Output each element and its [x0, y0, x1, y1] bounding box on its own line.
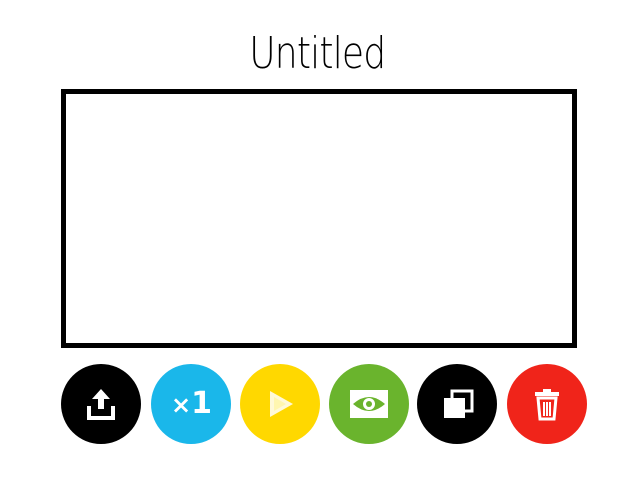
preview-canvas[interactable]: [61, 89, 577, 348]
trash-icon: [535, 389, 559, 421]
play-button[interactable]: [240, 364, 320, 444]
delete-button[interactable]: [507, 364, 587, 444]
toolbar: ×1: [0, 364, 640, 448]
copy-icon: [444, 389, 474, 418]
eye-icon: [350, 390, 388, 418]
speed-label: ×1: [171, 386, 212, 421]
project-title[interactable]: Untitled: [55, 26, 580, 82]
speed-button[interactable]: ×1: [151, 364, 231, 444]
copy-button[interactable]: [417, 364, 497, 444]
view-button[interactable]: [329, 364, 409, 444]
upload-icon: [87, 389, 115, 420]
play-icon: [270, 391, 293, 417]
share-button[interactable]: [61, 364, 141, 444]
